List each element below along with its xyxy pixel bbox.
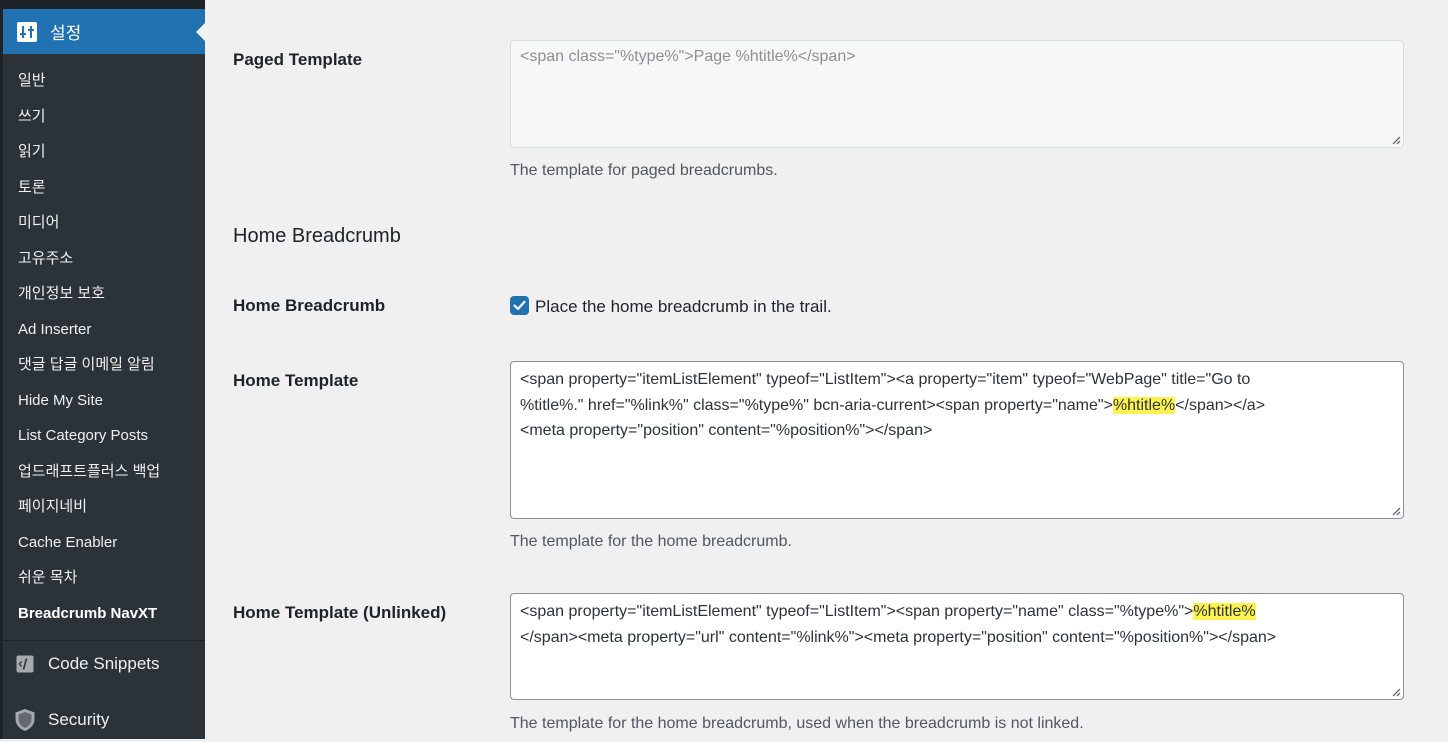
home-template-line-2: %title%." href="%link%" class="%type%" b…	[520, 393, 1394, 419]
home-template-description: The template for the home breadcrumb.	[510, 533, 792, 550]
home-breadcrumb-checkbox-label[interactable]: Place the home breadcrumb in the trail.	[535, 297, 832, 317]
submenu-item-hide-my-site[interactable]: Hide My Site	[3, 383, 205, 419]
settings-content: Paged Template <span class="%type%">Page…	[205, 0, 1448, 739]
sidebar-top-stripe	[3, 0, 205, 9]
home-breadcrumb-label: Home Breadcrumb	[233, 296, 386, 315]
submenu-item-media[interactable]: 미디어	[3, 205, 205, 241]
shield-icon	[14, 709, 36, 731]
submenu-item-comment-reply-email[interactable]: 댓글 답글 이메일 알림	[3, 347, 205, 383]
menu-item-code-snippets[interactable]: Code Snippets	[3, 642, 205, 686]
paged-template-description: The template for paged breadcrumbs.	[510, 162, 778, 179]
submenu-item-list-category-posts[interactable]: List Category Posts	[3, 418, 205, 454]
submenu-item-ad-inserter[interactable]: Ad Inserter	[3, 312, 205, 348]
home-template-line-3: <meta property="position" content="%posi…	[520, 422, 933, 439]
submenu-item-reading[interactable]: 읽기	[3, 134, 205, 170]
resize-grip-icon[interactable]	[1391, 687, 1401, 697]
submenu-item-writing[interactable]: 쓰기	[3, 99, 205, 135]
checkmark-icon	[513, 300, 526, 311]
home-template-unlinked-line-1-pre: <span property="itemListElement" typeof=…	[520, 603, 1194, 620]
menu-item-security[interactable]: Security	[3, 698, 205, 742]
submenu-item-breadcrumb-navxt[interactable]: Breadcrumb NavXT	[3, 596, 205, 632]
home-template-unlinked-label: Home Template (Unlinked)	[233, 603, 447, 622]
submenu-item-privacy[interactable]: 개인정보 보호	[3, 276, 205, 312]
home-template-line-2-pre: %title%." href="%link%" class="%type%" b…	[520, 396, 1113, 414]
code-snippets-icon	[14, 653, 36, 675]
sidebar-divider	[3, 640, 205, 641]
home-template-unlinked-line-2: </span><meta property="url" content="%li…	[520, 628, 1277, 646]
home-template-textarea[interactable]: <span property="itemListElement" typeof=…	[510, 361, 1404, 519]
paged-template-label: Paged Template	[233, 50, 363, 69]
submenu-item-permalinks[interactable]: 고유주소	[3, 241, 205, 277]
menu-settings-label: 설정	[50, 24, 82, 43]
menu-code-snippets-label: Code Snippets	[48, 654, 160, 673]
home-template-htitle-highlight: %htitle%	[1112, 396, 1176, 414]
home-breadcrumb-checkbox[interactable]	[510, 296, 529, 315]
submenu-item-general[interactable]: 일반	[3, 63, 205, 99]
admin-sidebar: 설정 일반 쓰기 읽기 토론 미디어 고유주소 개인정보 보호 Ad Inser…	[0, 0, 205, 739]
home-template-unlinked-textarea[interactable]: <span property="itemListElement" typeof=…	[510, 593, 1404, 700]
submenu-item-discussion[interactable]: 토론	[3, 170, 205, 206]
resize-grip-icon[interactable]	[1391, 135, 1401, 145]
settings-sliders-icon	[17, 21, 37, 42]
menu-security-label: Security	[48, 710, 110, 729]
settings-submenu: 일반 쓰기 읽기 토론 미디어 고유주소 개인정보 보호 Ad Inserter…	[3, 63, 205, 631]
paged-template-value: <span class="%type%">Page %htitle%</span…	[520, 48, 856, 65]
submenu-item-pagenavi[interactable]: 페이지네비	[3, 489, 205, 525]
resize-grip-icon[interactable]	[1391, 506, 1401, 516]
home-template-unlinked-line-1: <span property="itemListElement" typeof=…	[520, 599, 1394, 625]
menu-item-settings[interactable]: 설정	[3, 9, 205, 54]
paged-template-textarea[interactable]: <span class="%type%">Page %htitle%</span…	[510, 40, 1404, 148]
submenu-item-cache-enabler[interactable]: Cache Enabler	[3, 525, 205, 561]
home-template-line-1: <span property="itemListElement" typeof=…	[520, 371, 1251, 388]
home-breadcrumb-section-title: Home Breadcrumb	[233, 225, 401, 247]
home-template-label: Home Template	[233, 371, 359, 390]
home-template-unlinked-htitle-highlight: %htitle%	[1193, 603, 1256, 620]
home-template-line-2-post: </span></a>	[1175, 396, 1266, 414]
home-template-unlinked-description: The template for the home breadcrumb, us…	[510, 715, 1084, 732]
submenu-item-updraftplus-backup[interactable]: 업드래프트플러스 백업	[3, 454, 205, 490]
current-menu-arrow	[196, 23, 205, 41]
submenu-item-easy-toc[interactable]: 쉬운 목차	[3, 560, 205, 596]
